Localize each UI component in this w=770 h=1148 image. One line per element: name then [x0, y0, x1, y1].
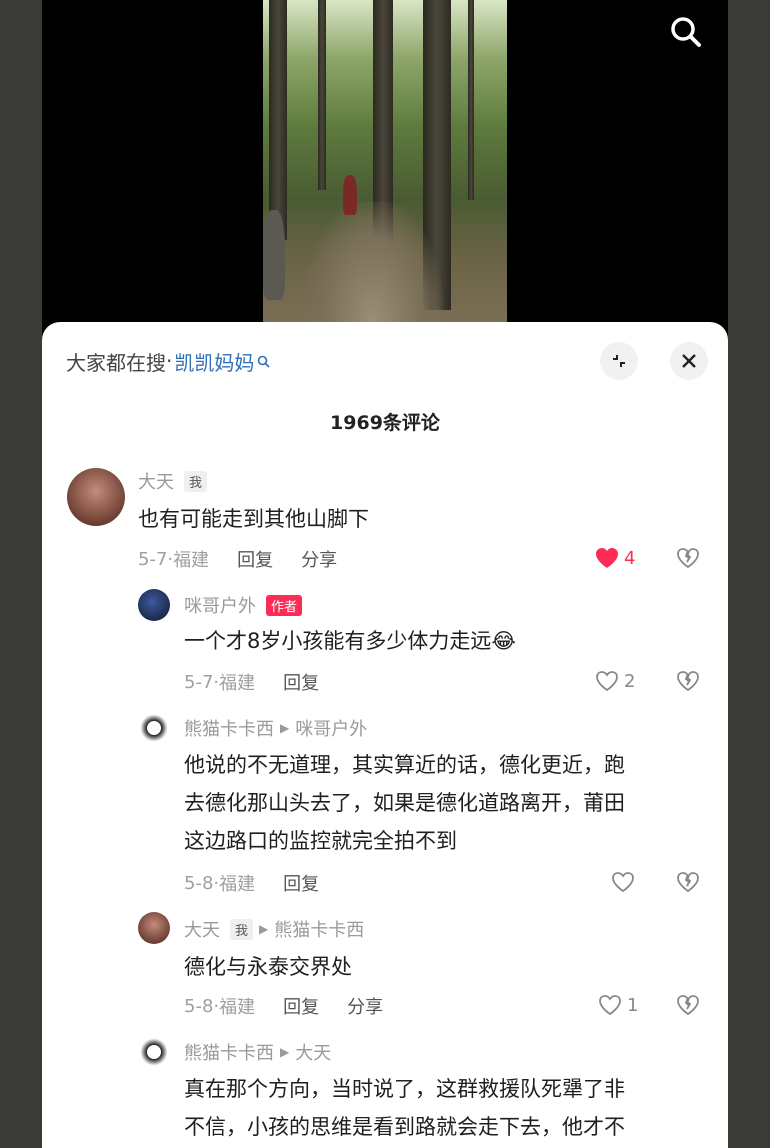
search-small-icon: [258, 355, 270, 368]
me-badge: 我: [184, 470, 208, 492]
trending-label: 大家都在搜: [66, 350, 166, 375]
comment-location: 福建: [219, 673, 256, 694]
share-button[interactable]: 分享: [347, 993, 383, 1019]
comment-username[interactable]: 熊猫卡卡西 ▶ 大天: [184, 1039, 331, 1065]
comments-panel: 大家都在搜 · 凯凯妈妈 1969条评论 大天 我 也有可能走到其他山脚下 5-…: [42, 322, 728, 1148]
reply-to-user[interactable]: 熊猫卡卡西: [274, 916, 364, 942]
reply-arrow-icon: ▶: [280, 721, 290, 735]
comment-text: 德化与永泰交界处: [184, 948, 352, 986]
comment-username[interactable]: 熊猫卡卡西 ▶ 咪哥户外: [184, 715, 367, 741]
dislike-icon[interactable]: [675, 546, 701, 570]
forest-path: [303, 202, 443, 322]
hiker: [343, 175, 357, 215]
like-button[interactable]: 2: [594, 669, 635, 693]
dislike-icon[interactable]: [675, 669, 701, 693]
comment-username[interactable]: 咪哥户外 作者: [184, 592, 303, 618]
comment-meta: 5-7 · 福建 回复 分享: [138, 546, 337, 572]
reply-button[interactable]: 回复: [283, 993, 319, 1019]
comment-username[interactable]: 大天 我 ▶ 熊猫卡卡西: [184, 916, 364, 942]
hiker: [263, 210, 285, 300]
comment-text: 一个才8岁小孩能有多少体力走远😂: [184, 622, 516, 660]
like-count: 2: [624, 670, 636, 692]
share-button[interactable]: 分享: [301, 546, 337, 572]
comment-text: 也有可能走到其他山脚下: [138, 500, 369, 538]
comment-location: 福建: [219, 997, 256, 1018]
me-badge: 我: [230, 918, 254, 940]
comment-meta: 5-8 · 福建 回复: [184, 870, 319, 896]
comment-date: 5-7: [184, 671, 214, 693]
like-button[interactable]: 4: [594, 546, 635, 570]
comment-line: 一个才8岁小孩能有多少体力走远😂: [184, 629, 516, 653]
heart-outline-icon: [599, 995, 621, 1016]
comment-line: 真在那个方向，当时说了，这群救援队死犟了非: [184, 1077, 625, 1101]
video-frame[interactable]: [263, 0, 507, 322]
heart-outline-icon: [612, 872, 634, 893]
comment-location: 福建: [219, 874, 256, 895]
tree-trunk: [468, 0, 474, 200]
reply-arrow-icon: ▶: [280, 1045, 290, 1059]
close-button[interactable]: [670, 342, 708, 380]
heart-filled-icon: [596, 548, 618, 568]
comment-date: 5-7: [138, 548, 168, 570]
comment-date: 5-8: [184, 872, 214, 894]
comment-location: 福建: [173, 550, 210, 571]
username-text: 大天: [184, 920, 220, 941]
avatar[interactable]: [67, 468, 125, 526]
tree-trunk: [318, 0, 326, 190]
comment-username[interactable]: 大天 我: [138, 468, 208, 494]
comment-line: 不信，小孩的思维是看到路就会走下去，他才不: [184, 1115, 625, 1139]
reply-to-user[interactable]: 大天: [295, 1039, 331, 1065]
trending-separator: ·: [166, 349, 173, 373]
comment-line: 德化与永泰交界处: [184, 955, 352, 979]
video-stage: 大家都在搜 · 凯凯妈妈 1969条评论 大天 我 也有可能走到其他山脚下 5-…: [42, 0, 728, 1148]
comment-text: 真在那个方向，当时说了，这群救援队死犟了非 不信，小孩的思维是看到路就会走下去，…: [184, 1070, 625, 1146]
comment-meta: 5-7 · 福建 回复: [184, 669, 319, 695]
username-text: 大天: [138, 472, 174, 493]
comment-date: 5-8: [184, 995, 214, 1017]
comment-line: 也有可能走到其他山脚下: [138, 507, 369, 531]
avatar[interactable]: [138, 912, 170, 944]
dislike-icon[interactable]: [675, 993, 701, 1017]
reply-to-user[interactable]: 咪哥户外: [295, 715, 367, 741]
minimize-icon: [613, 355, 625, 367]
trending-search[interactable]: 大家都在搜 · 凯凯妈妈: [66, 344, 270, 378]
comment-line: 这边路口的监控就完全拍不到: [184, 829, 457, 853]
reply-button[interactable]: 回复: [237, 546, 273, 572]
avatar[interactable]: [138, 589, 170, 621]
avatar[interactable]: [138, 712, 170, 744]
collapse-button[interactable]: [600, 342, 638, 380]
like-button[interactable]: 1: [597, 993, 638, 1017]
heart-outline-icon: [596, 671, 618, 692]
comment-line: 他说的不无道理，其实算近的话，德化更近，跑: [184, 753, 625, 777]
tree-trunk: [269, 0, 287, 240]
username-text: 熊猫卡卡西: [184, 1043, 274, 1064]
comment-meta: 5-8 · 福建 回复 分享: [184, 993, 383, 1019]
username-text: 咪哥户外: [184, 596, 256, 617]
like-button[interactable]: [610, 870, 640, 894]
author-badge: 作者: [266, 594, 303, 616]
comment-line: 去德化那山头去了，如果是德化道路离开，莆田: [184, 791, 625, 815]
like-count: 4: [624, 547, 636, 569]
reply-button[interactable]: 回复: [283, 870, 319, 896]
avatar[interactable]: [138, 1036, 170, 1068]
trending-keyword[interactable]: 凯凯妈妈: [174, 347, 254, 376]
comment-text: 他说的不无道理，其实算近的话，德化更近，跑 去德化那山头去了，如果是德化道路离开…: [184, 746, 625, 860]
search-icon[interactable]: [668, 14, 704, 50]
reply-button[interactable]: 回复: [283, 669, 319, 695]
dislike-icon[interactable]: [675, 870, 701, 894]
username-text: 熊猫卡卡西: [184, 719, 274, 740]
like-count: 1: [627, 994, 639, 1016]
close-icon: [682, 354, 696, 368]
reply-arrow-icon: ▶: [259, 922, 269, 936]
comment-count: 1969条评论: [330, 412, 440, 434]
